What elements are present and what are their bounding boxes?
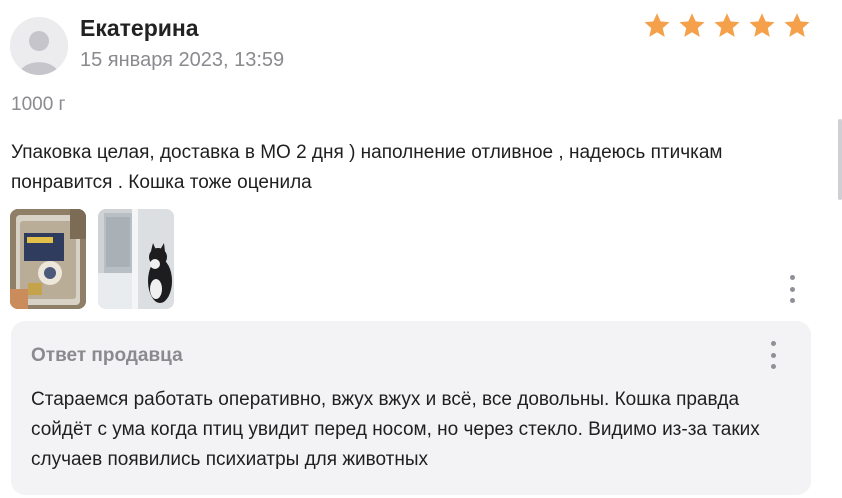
review-date: 15 января 2023, 13:59 <box>80 49 285 71</box>
seller-reply-title: Ответ продавца <box>31 345 183 366</box>
seller-reply-more-button[interactable] <box>763 338 783 372</box>
seller-reply: Ответ продавца Стараемся работать операт… <box>11 321 811 495</box>
rating-stars <box>642 11 812 41</box>
review-photos <box>10 209 174 309</box>
author-name: Екатерина <box>80 15 199 41</box>
star-icon <box>784 13 810 37</box>
star-icon <box>749 13 775 37</box>
seller-reply-text: Стараемся работать оперативно, вжух вжух… <box>31 389 760 470</box>
scrollbar-thumb[interactable] <box>838 119 842 200</box>
user-avatar-icon <box>10 17 68 75</box>
review-text: Упаковка целая, доставка в МО 2 дня ) на… <box>11 142 723 193</box>
review-more-button[interactable] <box>782 272 802 306</box>
star-icon <box>644 13 670 37</box>
more-vertical-icon <box>770 341 776 346</box>
product-variant: 1000 г <box>11 94 66 115</box>
photo-cat-at-window[interactable] <box>98 209 174 309</box>
photo-bird-food-package[interactable] <box>10 209 86 309</box>
avatar <box>10 17 68 75</box>
star-icon <box>714 13 740 37</box>
more-vertical-icon <box>789 275 795 280</box>
star-icon <box>679 13 705 37</box>
